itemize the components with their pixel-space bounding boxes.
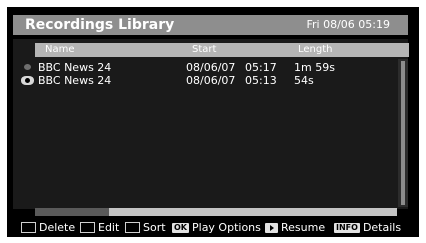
recording-start-time: 05:13 bbox=[245, 74, 277, 87]
info-key: INFO bbox=[334, 222, 360, 233]
resume-action[interactable]: Resume bbox=[265, 222, 325, 233]
date-time: Fri 08/06 05:19 bbox=[306, 18, 391, 31]
horizontal-scrollbar[interactable] bbox=[35, 208, 397, 216]
yellow-button-icon bbox=[125, 222, 140, 233]
play-icon bbox=[265, 222, 278, 233]
edit-label: Edit bbox=[98, 221, 120, 234]
recording-length: 1m 59s bbox=[294, 61, 335, 74]
vertical-scrollbar[interactable] bbox=[398, 59, 408, 207]
resume-label: Resume bbox=[281, 221, 326, 234]
button-legend-bar: Delete Edit Sort OK Play Options Resume … bbox=[7, 218, 419, 237]
delete-action[interactable]: Delete bbox=[21, 222, 75, 233]
title-bar: Recordings Library Fri 08/06 05:19 bbox=[13, 15, 408, 35]
red-button-icon bbox=[21, 222, 36, 233]
page-title: Recordings Library bbox=[25, 17, 175, 33]
sort-action[interactable]: Sort bbox=[125, 222, 166, 233]
edit-action[interactable]: Edit bbox=[80, 222, 119, 233]
recording-row[interactable]: BBC News 24 08/06/07 05:17 1m 59s bbox=[22, 61, 394, 74]
recording-start-time: 05:17 bbox=[245, 61, 277, 74]
recording-start-date: 08/06/07 bbox=[186, 74, 236, 87]
recording-name: BBC News 24 bbox=[38, 61, 112, 74]
column-header-row: Name Start Length bbox=[35, 43, 409, 57]
play-options-label: Play Options bbox=[192, 221, 261, 234]
horizontal-scrollbar-thumb[interactable] bbox=[35, 208, 109, 216]
recording-name: BBC News 24 bbox=[38, 74, 112, 87]
column-header-start[interactable]: Start bbox=[192, 43, 216, 57]
recording-length: 54s bbox=[294, 74, 314, 87]
recording-row[interactable]: BBC News 24 08/06/07 05:13 54s bbox=[21, 74, 394, 87]
sort-label: Sort bbox=[143, 221, 166, 234]
recording-start-date: 08/06/07 bbox=[186, 61, 236, 74]
unwatched-dot-icon bbox=[24, 64, 31, 70]
column-header-name[interactable]: Name bbox=[45, 43, 75, 57]
details-action[interactable]: INFO Details bbox=[334, 222, 401, 233]
eye-icon bbox=[21, 76, 34, 85]
delete-label: Delete bbox=[39, 221, 76, 234]
green-button-icon bbox=[80, 222, 95, 233]
vertical-scrollbar-track[interactable] bbox=[401, 61, 405, 205]
ok-key: OK bbox=[172, 222, 189, 233]
column-header-length[interactable]: Length bbox=[298, 43, 333, 57]
details-label: Details bbox=[362, 221, 402, 234]
play-options-action[interactable]: OK Play Options bbox=[172, 222, 261, 233]
